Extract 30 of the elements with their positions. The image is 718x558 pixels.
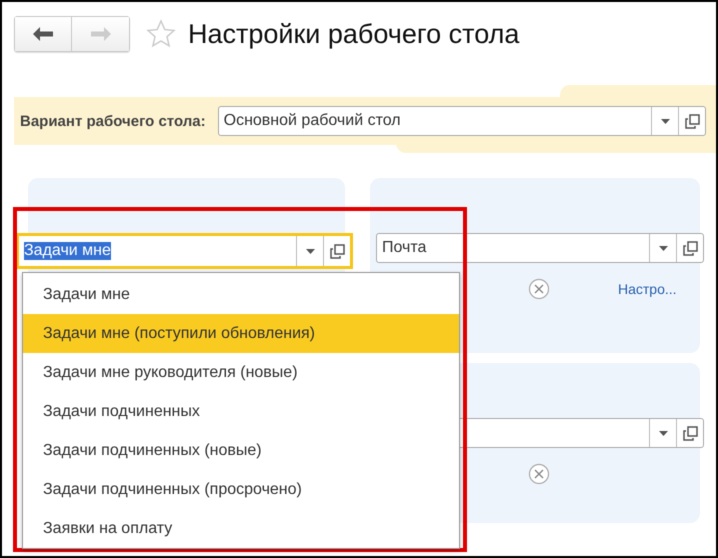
caret-icon — [660, 118, 670, 124]
clear-icon[interactable] — [528, 278, 550, 300]
field-value: Задачи мне — [24, 242, 111, 260]
dropdown-item[interactable]: Задачи подчиненных (новые) — [23, 431, 459, 470]
field-value: Почта — [381, 238, 428, 258]
variant-field[interactable]: Основной рабочий стол — [218, 106, 706, 136]
copy-icon — [682, 240, 698, 256]
dropdown-item[interactable]: Задачи мне руководителя (новые) — [23, 353, 459, 392]
tasks-field[interactable]: Задачи мне — [16, 233, 353, 269]
caret-icon — [658, 246, 668, 250]
dropdown-item[interactable]: Задачи мне (поступили обновления) — [23, 314, 459, 353]
left-arrow-icon — [32, 26, 54, 42]
copy-icon — [682, 426, 698, 440]
mail-field[interactable]: Почта — [376, 233, 704, 263]
dropdown-item[interactable]: Задачи подчиненных (просрочено) — [23, 470, 459, 509]
copy-icon — [330, 244, 344, 258]
dropdown-item[interactable]: Заявки на оплату — [23, 509, 459, 548]
back-button[interactable] — [15, 17, 72, 51]
caret-icon — [658, 430, 668, 436]
dropdown-item[interactable]: Задачи подчиненных — [23, 392, 459, 431]
star-icon[interactable] — [146, 19, 176, 49]
field-value: Основной рабочий стол — [222, 111, 402, 131]
settings-link[interactable]: Настро... — [618, 281, 677, 297]
dropdown-item[interactable]: Задачи мне — [23, 275, 459, 314]
caret-icon — [306, 248, 314, 254]
page-title: Настройки рабочего стола — [188, 18, 520, 50]
right-arrow-icon — [90, 26, 112, 42]
copy-icon — [684, 114, 700, 128]
clear-icon[interactable] — [528, 463, 550, 485]
field-label: Вариант рабочего стола: — [20, 112, 206, 130]
